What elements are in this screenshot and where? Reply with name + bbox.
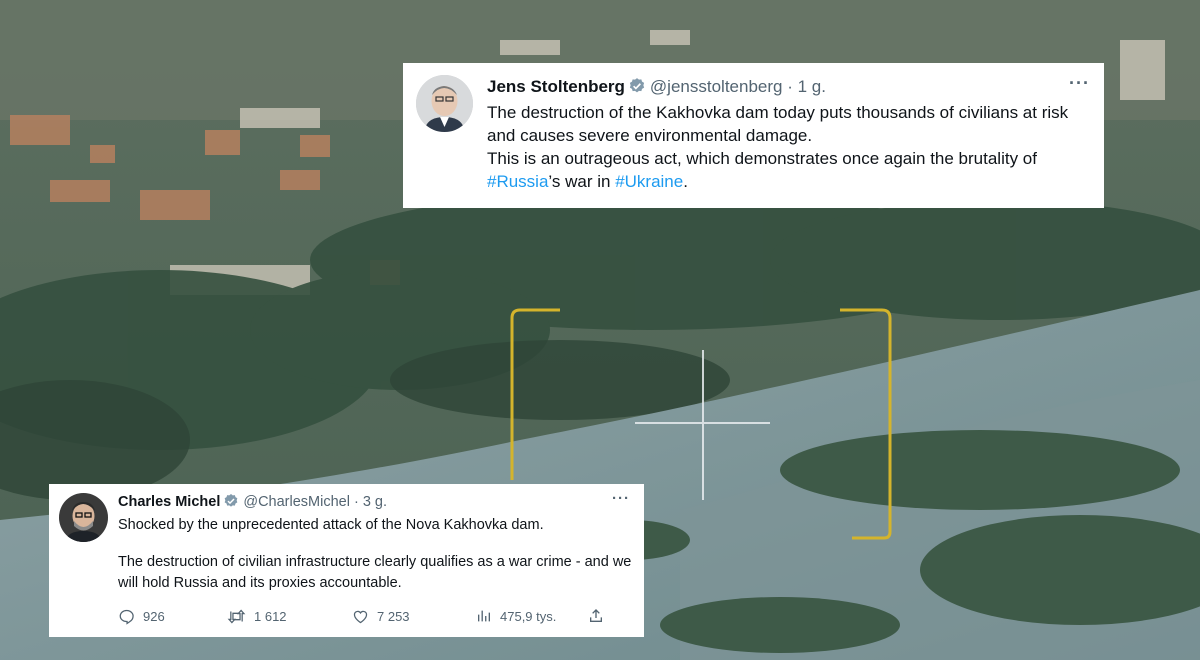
avatar[interactable]	[59, 493, 108, 542]
tweet-paragraph: This is an outrageous act, which demonst…	[487, 148, 1097, 194]
tweet-paragraph: The destruction of the Kakhovka dam toda…	[487, 103, 1069, 145]
tweet-paragraph: Shocked by the unprecedented attack of t…	[118, 517, 544, 533]
retweet-button[interactable]: 1 612	[227, 608, 287, 625]
reply-count: 926	[143, 609, 165, 624]
more-icon[interactable]: ···	[612, 490, 630, 507]
text-fragment: This is an outrageous act, which demonst…	[487, 148, 1037, 168]
text-fragment: .	[683, 171, 688, 191]
verified-badge-icon	[628, 77, 646, 100]
reply-button[interactable]: 926	[118, 608, 165, 625]
author-handle[interactable]: @CharlesMichel	[243, 494, 350, 510]
tweet-text: Shocked by the unprecedented attack of t…	[118, 515, 638, 594]
hashtag-russia[interactable]: #Russia	[487, 172, 548, 191]
tweet-header: Jens Stoltenberg @jensstoltenberg · 1 g.	[487, 77, 826, 100]
views-icon	[476, 608, 492, 624]
author-name[interactable]: Jens Stoltenberg	[487, 77, 625, 96]
author-handle[interactable]: @jensstoltenberg	[650, 77, 783, 96]
author-name[interactable]: Charles Michel	[118, 494, 220, 510]
tweet-michel[interactable]: Charles Michel @CharlesMichel · 3 g. ··· …	[49, 484, 644, 637]
avatar[interactable]	[416, 75, 473, 132]
text-fragment: ’s war in	[548, 171, 616, 191]
tweet-header: Charles Michel @CharlesMichel · 3 g.	[118, 493, 387, 513]
tweet-paragraph: The destruction of civilian infrastructu…	[118, 554, 632, 592]
separator: ·	[782, 77, 798, 96]
reply-icon	[118, 608, 135, 625]
like-icon	[352, 608, 369, 625]
share-icon	[588, 608, 604, 624]
like-count: 7 253	[377, 609, 410, 624]
share-button[interactable]	[588, 608, 604, 624]
tweet-time[interactable]: 1 g.	[798, 77, 826, 96]
verified-badge-icon	[223, 493, 239, 513]
tweet-text: The destruction of the Kakhovka dam toda…	[487, 102, 1097, 194]
tweet-actions: 926 1 612 7 253 475,9 tys.	[118, 608, 638, 628]
retweet-icon	[227, 608, 246, 625]
tweet-stoltenberg[interactable]: Jens Stoltenberg @jensstoltenberg · 1 g. …	[403, 63, 1104, 208]
tweet-time[interactable]: 3 g.	[363, 494, 387, 510]
hashtag-ukraine[interactable]: #Ukraine	[615, 172, 683, 191]
like-button[interactable]: 7 253	[352, 608, 410, 625]
retweet-count: 1 612	[254, 609, 287, 624]
more-icon[interactable]: ···	[1069, 73, 1090, 94]
views-count: 475,9 tys.	[500, 608, 557, 624]
views-button[interactable]: 475,9 tys.	[476, 608, 556, 624]
separator: ·	[349, 494, 363, 510]
